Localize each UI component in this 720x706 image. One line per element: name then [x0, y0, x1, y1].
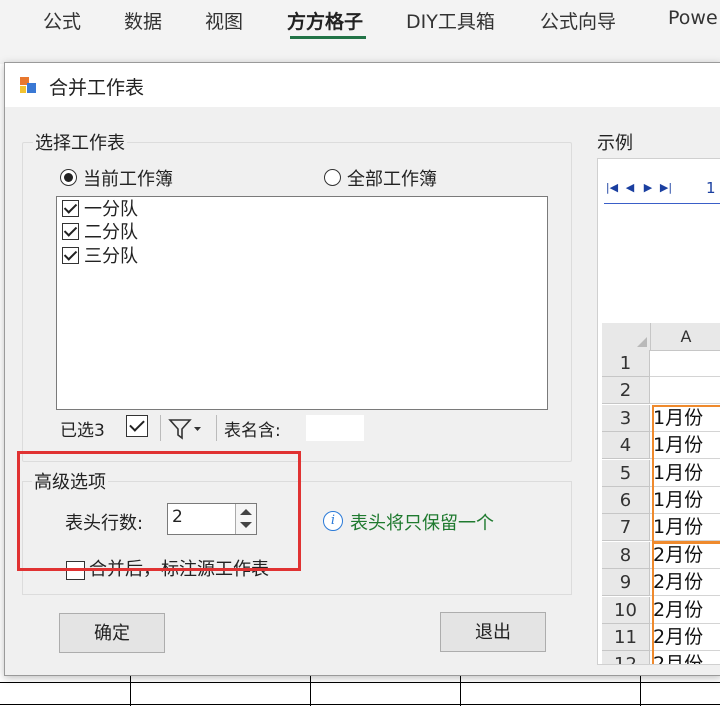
active-tab-underline: [290, 36, 366, 39]
exit-button[interactable]: 退出: [440, 612, 546, 652]
example-grid: A 1 2 3 1月份 4 1月份 5 1月份 6 1月份 7 1月份 8 2月份 9 2月份 10 2月份 11 2…: [602, 323, 720, 664]
row-number: 11: [602, 624, 650, 651]
selected-count: 已选3: [60, 421, 105, 441]
radio-current-workbook-label[interactable]: 当前工作簿: [83, 165, 173, 191]
sheet-name: 二分队: [84, 222, 138, 243]
column-header-a: A: [680, 327, 692, 346]
row-number: 5: [602, 459, 650, 487]
list-item[interactable]: 三分队: [62, 246, 138, 268]
tab-fangfang-gezi[interactable]: 方方格子: [287, 7, 363, 34]
row-number: 2: [602, 377, 650, 405]
info-icon: i: [323, 511, 343, 531]
example-preview: |◀ ◀ ▶ ▶| 1 A 1 2 3 1月份 4 1月份 5 1月份 6 1月份 7 1月份 8 2月份…: [597, 158, 720, 665]
column-header-row: A: [602, 323, 720, 351]
row-number: 12: [602, 651, 650, 664]
prev-sheet-icon: ◀: [625, 181, 635, 194]
toolbar-divider: [216, 415, 217, 441]
tab-formulas[interactable]: 公式: [43, 7, 81, 34]
row-number: 1: [602, 350, 650, 377]
radio-all-workbooks-label[interactable]: 全部工作簿: [347, 165, 437, 191]
checkbox[interactable]: [62, 223, 79, 240]
highlight-box: [17, 451, 301, 571]
list-item[interactable]: 一分队: [62, 199, 138, 221]
tab-formula-wizard[interactable]: 公式向导: [540, 7, 616, 34]
radio-current-workbook[interactable]: [60, 169, 77, 186]
checkbox[interactable]: [62, 247, 79, 264]
name-contains-label: 表名含:: [224, 421, 281, 441]
sheet-name: 三分队: [84, 246, 138, 267]
tab-power[interactable]: Powe: [668, 7, 718, 29]
select-all-corner: [602, 323, 651, 350]
sheet-tab-line: [604, 203, 720, 204]
row-number: 6: [602, 487, 650, 514]
name-contains-input[interactable]: [306, 415, 364, 441]
tab-data[interactable]: 数据: [124, 7, 162, 34]
table-cell: [650, 350, 720, 377]
dialog-title: 合并工作表: [49, 77, 145, 99]
row-number: 4: [602, 432, 650, 460]
example-label: 示例: [595, 129, 635, 155]
first-sheet-icon: |◀: [605, 181, 619, 194]
row-number: 8: [602, 541, 650, 569]
header-info-text: 表头将只保留一个: [350, 513, 494, 534]
table-cell: [650, 377, 720, 405]
example-sheet-tab: 1: [706, 179, 716, 197]
select-all-checkbox[interactable]: [126, 415, 148, 437]
sheet-list-toolbar: 已选3 表名含:: [56, 413, 546, 443]
list-item[interactable]: 二分队: [62, 222, 138, 244]
select-sheets-label: 选择工作表: [33, 129, 127, 155]
row-number: 3: [602, 404, 650, 432]
tab-diy-toolbox[interactable]: DIY工具箱: [406, 7, 495, 34]
next-sheet-icon: ▶: [643, 181, 653, 194]
radio-all-workbooks[interactable]: [324, 169, 341, 186]
row-number: 9: [602, 569, 650, 597]
row-number: 7: [602, 514, 650, 542]
dialog-titlebar[interactable]: 合并工作表: [5, 63, 720, 107]
filter-dropdown-icon[interactable]: [168, 418, 204, 440]
group-january-outline: [652, 405, 720, 544]
sheet-listbox[interactable]: 一分队 二分队 三分队: [56, 196, 548, 410]
sheet-name: 一分队: [84, 199, 138, 220]
ok-button[interactable]: 确定: [59, 613, 165, 653]
row-number: 10: [602, 596, 650, 624]
merge-sheets-dialog: 合并工作表 选择工作表 当前工作簿 全部工作簿 一分队 二分队 三分队 已选3 …: [4, 62, 720, 676]
checkbox[interactable]: [62, 200, 79, 217]
toolbar-divider: [160, 415, 161, 441]
tab-view[interactable]: 视图: [205, 7, 243, 34]
ribbon-tab-bar: 公式 数据 视图 方方格子 DIY工具箱 公式向导 Powe: [0, 0, 720, 43]
app-icon: [20, 77, 36, 93]
last-sheet-icon: ▶|: [659, 181, 673, 194]
group-february-outline: [652, 541, 720, 664]
